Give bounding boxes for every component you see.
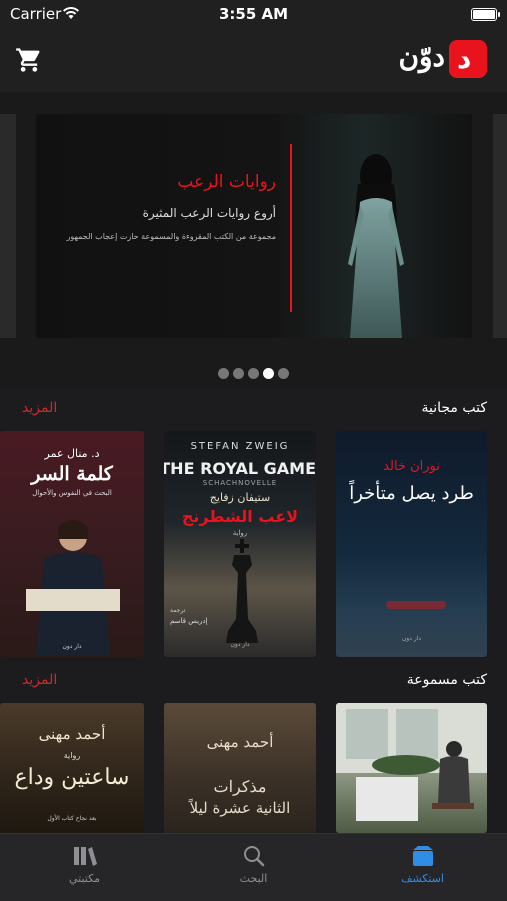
book-cover[interactable]: نوران خالد طرد يصل متأخراً دار دون [336,431,487,657]
book-title: مذكرات [213,777,267,796]
book-author: ستيفان زفايج [209,491,271,504]
book-title: كلمة السر [31,463,113,485]
book-publisher: دار دون [230,641,250,648]
book-publisher: دار دون [401,635,422,642]
chess-king-icon [226,539,258,643]
logo-wordmark: دوّن [398,40,445,73]
cafe-scene-illustration [336,703,487,821]
book-title: لاعب الشطرنج [181,507,299,526]
book-title: ساعتين وداع [14,765,130,790]
book-subtitle: البحث في النفوس والأحوال [32,489,112,497]
more-link[interactable]: المزيد [22,400,57,416]
status-bar: Carrier 3:55 AM [0,0,507,30]
app-header: د دوّن [0,30,507,92]
book-publisher: دار دون [62,643,82,650]
author-photo [26,520,120,655]
book-subtitle-en: SCHACHNOVELLE [202,479,278,487]
book-genre: رواية [232,529,248,537]
tab-label: مكتبتي [68,872,101,885]
book-cover[interactable]: أحمد مهنى مذكرات الثانية عشرة ليلاً [164,703,316,833]
audio-books-section-header: كتب مسموعة المزيد [0,672,507,692]
logo-badge: د [449,40,487,78]
book-note: بعد نجاح كتاب الأول [47,815,97,822]
book-illustration [386,601,446,609]
book-cover[interactable]: أحمد مهنى رواية ساعتين وداع بعد نجاح كتا… [0,703,144,833]
explore-icon [413,846,433,866]
book-author: أحمد مهنى [206,733,274,751]
page-dot[interactable] [248,368,259,379]
banner-divider [290,144,292,312]
next-slide-peek[interactable] [493,114,507,338]
book-author-en: STEFAN ZWEIG [190,441,290,452]
book-title: طرد يصل متأخراً [349,483,474,504]
free-books-section-header: كتب مجانية المزيد [0,400,507,420]
book-cover[interactable]: STEFAN ZWEIG THE ROYAL GAME SCHACHNOVELL… [164,431,316,657]
carousel-page-indicator[interactable] [0,364,507,379]
tab-explore[interactable]: استكشف [338,834,507,901]
translator-label: ترجمة [170,607,186,614]
banner-description: مجموعة من الكتب المقروءة والمسموعة حازت … [66,232,277,241]
cart-icon[interactable] [15,46,43,74]
featured-banner[interactable]: روايات الرعب أروع روايات الرعب المثيرة م… [36,114,472,338]
more-link[interactable]: المزيد [22,672,57,688]
page-dot-active[interactable] [263,368,274,379]
page-dot[interactable] [233,368,244,379]
book-author: نوران خالد [383,459,440,474]
clock: 3:55 AM [218,5,289,23]
section-title: كتب مجانية [421,400,487,416]
book-translator: إدريس قاسم [170,617,208,625]
tab-bar: استكشف البحث مكتبتي [0,833,507,901]
book-genre: رواية [63,751,81,760]
app-logo: د دوّن [387,38,487,82]
section-title: كتب مسموعة [406,672,487,688]
banner-title: روايات الرعب [177,172,276,192]
battery-icon [471,8,500,21]
page-dot[interactable] [218,368,229,379]
page-dot[interactable] [278,368,289,379]
book-author: د. منال عمر [44,447,100,460]
featured-carousel[interactable]: روايات الرعب أروع روايات الرعب المثيرة م… [0,92,507,387]
banner-subtitle: أروع روايات الرعب المثيرة [142,206,276,220]
book-title-en: THE ROYAL GAME [164,459,316,478]
previous-slide-peek[interactable] [0,114,16,338]
tab-search[interactable]: البحث [169,834,338,901]
book-cover[interactable] [336,703,487,833]
book-author: أحمد مهنى [38,725,106,743]
ghost-figure-illustration [348,154,404,338]
book-title-line2: الثانية عشرة ليلاً [189,799,291,817]
book-cover[interactable]: د. منال عمر كلمة السر البحث في النفوس وا… [0,431,144,657]
tab-library[interactable]: مكتبتي [0,834,169,901]
tab-label: البحث [239,872,268,885]
tab-label: استكشف [401,872,444,885]
library-icon [74,847,97,866]
search-icon [244,846,265,867]
